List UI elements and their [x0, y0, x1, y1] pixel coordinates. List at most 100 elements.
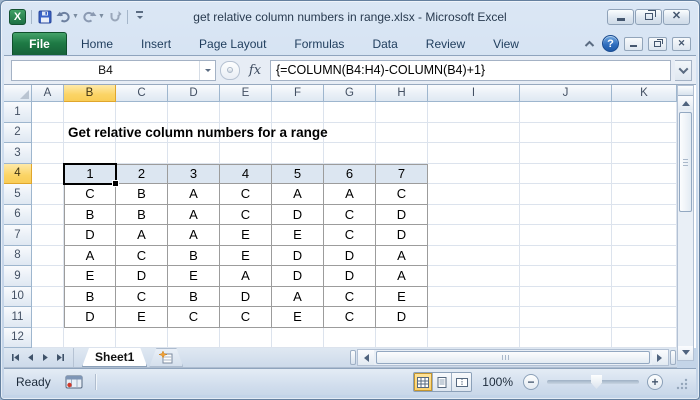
page-break-preview-button[interactable]: [452, 373, 472, 391]
column-header-I[interactable]: I: [428, 85, 520, 102]
cell-G1[interactable]: [324, 102, 376, 123]
cell-B5[interactable]: C: [64, 184, 116, 205]
scroll-right-button[interactable]: [652, 350, 668, 365]
normal-view-button[interactable]: [414, 373, 434, 391]
cell-I10[interactable]: [428, 286, 520, 307]
cell-I12[interactable]: [428, 327, 520, 348]
column-header-D[interactable]: D: [168, 85, 220, 102]
row-header-2[interactable]: 2: [4, 122, 32, 143]
select-all-corner[interactable]: [4, 85, 32, 102]
cell-F7[interactable]: E: [272, 225, 324, 246]
page-layout-view-button[interactable]: [433, 373, 453, 391]
cell-B9[interactable]: E: [64, 266, 116, 287]
column-header-H[interactable]: H: [376, 85, 428, 102]
cell-E9[interactable]: A: [220, 266, 272, 287]
horizontal-scroll-thumb[interactable]: [376, 351, 650, 364]
zoom-in-button[interactable]: +: [647, 374, 663, 390]
cell-A3[interactable]: [32, 143, 64, 164]
cell-C12[interactable]: [116, 327, 168, 348]
column-header-A[interactable]: A: [32, 85, 64, 102]
cell-J4[interactable]: [520, 163, 612, 184]
workbook-close-button[interactable]: ✕: [672, 36, 691, 51]
cell-H3[interactable]: [376, 143, 428, 164]
cell-F4[interactable]: 5: [272, 163, 324, 184]
horizontal-scrollbar[interactable]: [357, 349, 669, 366]
cell-J6[interactable]: [520, 204, 612, 225]
cell-G5[interactable]: A: [324, 184, 376, 205]
cell-H11[interactable]: D: [376, 307, 428, 328]
cell-F11[interactable]: E: [272, 307, 324, 328]
tab-home[interactable]: Home: [67, 32, 127, 55]
cell-D3[interactable]: [168, 143, 220, 164]
vertical-split-handle[interactable]: [678, 86, 693, 96]
cell-H4[interactable]: 7: [376, 163, 428, 184]
cell-I4[interactable]: [428, 163, 520, 184]
selected-cell-outline[interactable]: [63, 162, 119, 187]
cell-H1[interactable]: [376, 102, 428, 123]
zoom-level[interactable]: 100%: [482, 375, 513, 389]
cell-E7[interactable]: E: [220, 225, 272, 246]
cell-J2[interactable]: [520, 122, 612, 143]
cell-C4[interactable]: 2: [116, 163, 168, 184]
cell-I11[interactable]: [428, 307, 520, 328]
cell-B1[interactable]: [64, 102, 116, 123]
cell-E10[interactable]: D: [220, 286, 272, 307]
cell-A6[interactable]: [32, 204, 64, 225]
cell-I6[interactable]: [428, 204, 520, 225]
cell-B7[interactable]: D: [64, 225, 116, 246]
cell-G7[interactable]: C: [324, 225, 376, 246]
vertical-scroll-track[interactable]: [678, 214, 693, 346]
cell-D9[interactable]: E: [168, 266, 220, 287]
column-header-G[interactable]: G: [324, 85, 376, 102]
row-header-4[interactable]: 4: [4, 163, 32, 184]
cell-G10[interactable]: C: [324, 286, 376, 307]
zoom-out-button[interactable]: −: [523, 374, 539, 390]
cell-A4[interactable]: [32, 163, 64, 184]
cell-H12[interactable]: [376, 327, 428, 348]
cell-A8[interactable]: [32, 245, 64, 266]
cell-F6[interactable]: D: [272, 204, 324, 225]
cell-J9[interactable]: [520, 266, 612, 287]
column-header-K[interactable]: K: [612, 85, 677, 102]
tab-split-handle[interactable]: [350, 350, 356, 365]
cell-K8[interactable]: [612, 245, 677, 266]
cell-A1[interactable]: [32, 102, 64, 123]
cell-J7[interactable]: [520, 225, 612, 246]
tab-formulas[interactable]: Formulas: [280, 32, 358, 55]
formula-bar-grip[interactable]: [220, 60, 240, 80]
column-header-J[interactable]: J: [520, 85, 612, 102]
cell-H10[interactable]: E: [376, 286, 428, 307]
cell-D4[interactable]: 3: [168, 163, 220, 184]
cell-G4[interactable]: 6: [324, 163, 376, 184]
row-header-12[interactable]: 12: [4, 327, 32, 348]
zoom-slider[interactable]: [547, 375, 639, 389]
cell-B11[interactable]: D: [64, 307, 116, 328]
column-header-E[interactable]: E: [220, 85, 272, 102]
cell-H8[interactable]: A: [376, 245, 428, 266]
cell-E12[interactable]: [220, 327, 272, 348]
cell-J5[interactable]: [520, 184, 612, 205]
cell-C10[interactable]: C: [116, 286, 168, 307]
cell-C11[interactable]: E: [116, 307, 168, 328]
redo-dropdown-icon[interactable]: ▼: [98, 13, 105, 20]
cell-K5[interactable]: [612, 184, 677, 205]
cell-K12[interactable]: [612, 327, 677, 348]
cell-K3[interactable]: [612, 143, 677, 164]
cell-J3[interactable]: [520, 143, 612, 164]
cell-J1[interactable]: [520, 102, 612, 123]
cell-G12[interactable]: [324, 327, 376, 348]
cell-C9[interactable]: D: [116, 266, 168, 287]
cell-A12[interactable]: [32, 327, 64, 348]
cell-G8[interactable]: D: [324, 245, 376, 266]
tab-data[interactable]: Data: [358, 32, 411, 55]
sheet-tab-sheet1[interactable]: Sheet1: [82, 348, 147, 367]
formula-input[interactable]: {=COLUMN(B4:H4)-COLUMN(B4)+1}: [270, 59, 671, 81]
tab-insert[interactable]: Insert: [127, 32, 185, 55]
row-header-6[interactable]: 6: [4, 204, 32, 225]
cell-K2[interactable]: [612, 122, 677, 143]
cell-J10[interactable]: [520, 286, 612, 307]
cell-I5[interactable]: [428, 184, 520, 205]
cell-D7[interactable]: A: [168, 225, 220, 246]
row-header-8[interactable]: 8: [4, 245, 32, 266]
name-box-dropdown[interactable]: [199, 60, 215, 80]
